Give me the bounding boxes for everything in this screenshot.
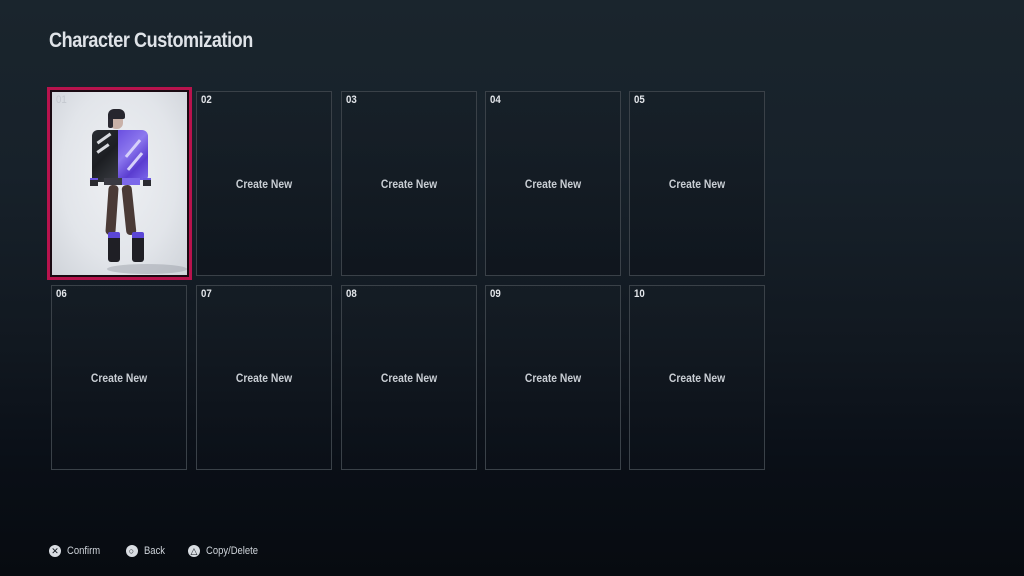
create-new-label: Create New [380, 370, 438, 385]
create-new-label: Create New [90, 370, 148, 385]
character-slot-05[interactable]: 05 Create New [629, 91, 765, 276]
slot-number: 07 [201, 288, 212, 300]
confirm-hint[interactable]: ✕ Confirm [49, 545, 106, 557]
slot-number: 03 [346, 94, 357, 106]
character-portrait: 01 [52, 92, 187, 275]
slot-number: 09 [490, 288, 501, 300]
character-boot [132, 232, 144, 262]
slot-number: 06 [56, 288, 67, 300]
character-leg [105, 184, 119, 236]
create-new-label: Create New [524, 370, 582, 385]
character-slot-01[interactable]: 01 [47, 87, 192, 280]
create-new-label: Create New [524, 176, 582, 191]
circle-button-icon: ○ [125, 545, 138, 557]
create-new-label: Create New [668, 176, 726, 191]
character-slot-09[interactable]: 09 Create New [485, 285, 621, 470]
character-slot-07[interactable]: 07 Create New [196, 285, 332, 470]
slot-number: 02 [201, 94, 212, 106]
confirm-label: Confirm [67, 545, 101, 557]
create-new-label: Create New [380, 176, 438, 191]
character-leg [121, 184, 137, 236]
character-slot-06[interactable]: 06 Create New [51, 285, 187, 470]
slot-number: 05 [634, 94, 645, 106]
character-boot [108, 232, 120, 262]
character-shadow [107, 264, 187, 274]
back-label: Back [143, 545, 165, 557]
cross-button-icon: ✕ [49, 545, 61, 557]
character-slot-04[interactable]: 04 Create New [485, 91, 621, 276]
slot-number: 04 [490, 94, 501, 106]
slot-number: 10 [634, 288, 645, 300]
create-new-label: Create New [235, 370, 293, 385]
copy-delete-label: Copy/Delete [205, 545, 259, 557]
character-slot-10[interactable]: 10 Create New [629, 285, 765, 470]
character-hat [108, 109, 125, 119]
character-slot-02[interactable]: 02 Create New [196, 91, 332, 276]
character-jacket-right [118, 130, 148, 180]
triangle-button-icon: △ [187, 545, 200, 557]
character-glove [90, 178, 98, 186]
character-slot-08[interactable]: 08 Create New [341, 285, 477, 470]
character-glove [143, 178, 151, 186]
back-hint[interactable]: ○ Back [125, 545, 168, 557]
button-hints-bar: ✕ Confirm ○ Back △ Copy/Delete [49, 545, 287, 557]
create-new-label: Create New [668, 370, 726, 385]
slot-number: 08 [346, 288, 357, 300]
slot-number: 01 [56, 94, 67, 106]
create-new-label: Create New [235, 176, 293, 191]
character-slot-03[interactable]: 03 Create New [341, 91, 477, 276]
page-title: Character Customization [49, 29, 253, 52]
copy-delete-hint[interactable]: △ Copy/Delete [187, 545, 267, 557]
character-shorts [104, 178, 140, 185]
